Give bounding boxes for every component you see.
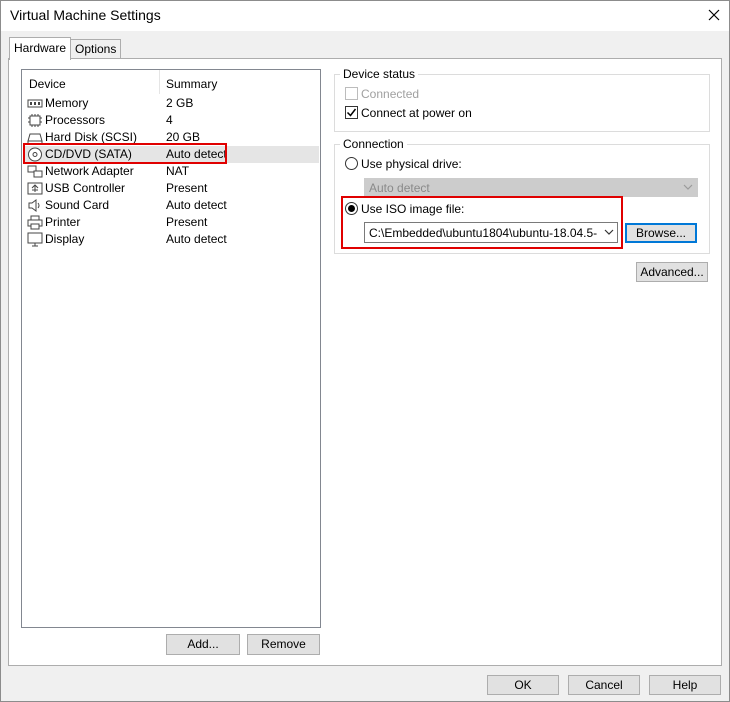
sound-card-icon — [27, 198, 43, 213]
connect-at-power-on-checkbox[interactable] — [345, 106, 358, 119]
tab-options[interactable]: Options — [70, 39, 122, 59]
connect-at-power-on-label: Connect at power on — [361, 106, 472, 120]
add-device-button[interactable]: Add... — [166, 634, 240, 655]
physical-drive-label: Use physical drive: — [361, 157, 462, 171]
chevron-down-icon — [683, 184, 693, 191]
device-summary: 2 GB — [166, 96, 194, 110]
device-row-display[interactable]: Display Auto detect — [23, 231, 319, 248]
cancel-button[interactable]: Cancel — [568, 675, 640, 695]
device-summary: Present — [166, 215, 208, 229]
device-name: Printer — [45, 215, 81, 229]
chevron-down-icon[interactable] — [604, 229, 614, 236]
device-name: Processors — [45, 113, 106, 127]
device-summary: Present — [166, 181, 208, 195]
display-icon — [27, 232, 43, 247]
summary-column-header[interactable]: Summary — [166, 77, 217, 91]
device-row-usb-controller[interactable]: USB Controller Present — [23, 180, 319, 197]
cd-dvd-icon — [27, 147, 43, 162]
window-title: Virtual Machine Settings — [10, 7, 161, 23]
close-icon — [708, 9, 720, 21]
physical-drive-radio[interactable] — [345, 157, 358, 170]
device-name: Network Adapter — [45, 164, 134, 178]
ok-button[interactable]: OK — [487, 675, 559, 695]
device-name: CD/DVD (SATA) — [45, 147, 132, 161]
browse-button[interactable]: Browse... — [625, 223, 697, 243]
device-name: Display — [45, 232, 85, 246]
device-name: USB Controller — [45, 181, 126, 195]
device-status-title: Device status — [340, 68, 419, 81]
memory-icon — [27, 96, 43, 111]
device-row-processors[interactable]: Processors 4 — [23, 112, 319, 129]
device-summary: Auto detect — [166, 232, 227, 246]
hard-disk-icon — [27, 130, 43, 145]
iso-path-value[interactable]: C:\Embedded\ubuntu1804\ubuntu-18.04.5-de… — [369, 226, 597, 240]
iso-image-radio[interactable] — [345, 202, 358, 215]
device-summary: 4 — [166, 113, 173, 127]
iso-path-combobox[interactable]: C:\Embedded\ubuntu1804\ubuntu-18.04.5-de… — [364, 222, 618, 243]
column-separator[interactable] — [159, 70, 160, 94]
physical-drive-select[interactable]: Auto detect — [364, 178, 698, 197]
device-row-cd-dvd[interactable]: CD/DVD (SATA) Auto detect — [23, 146, 319, 163]
physical-drive-value: Auto detect — [369, 181, 430, 195]
help-button[interactable]: Help — [649, 675, 721, 695]
device-row-hard-disk[interactable]: Hard Disk (SCSI) 20 GB — [23, 129, 319, 146]
device-column-header[interactable]: Device — [29, 77, 66, 91]
device-list[interactable]: Device Summary Memory 2 GB Processors 4 … — [21, 69, 321, 628]
device-summary: Auto detect — [166, 147, 227, 161]
connected-checkbox[interactable] — [345, 87, 358, 100]
tab-hardware[interactable]: Hardware — [9, 37, 72, 60]
device-row-memory[interactable]: Memory 2 GB — [23, 95, 319, 112]
processor-icon — [27, 113, 43, 128]
device-summary: NAT — [166, 164, 190, 178]
device-summary: 20 GB — [166, 130, 201, 144]
connected-label: Connected — [361, 87, 420, 101]
device-status-group — [334, 74, 710, 132]
checkmark-icon — [346, 108, 357, 117]
device-name: Hard Disk (SCSI) — [45, 130, 138, 144]
close-button[interactable] — [700, 1, 728, 29]
device-name: Memory — [45, 96, 89, 110]
iso-image-label: Use ISO image file: — [361, 202, 465, 216]
network-adapter-icon — [27, 164, 43, 179]
device-row-network-adapter[interactable]: Network Adapter NAT — [23, 163, 319, 180]
advanced-button[interactable]: Advanced... — [636, 262, 708, 282]
usb-icon — [27, 181, 43, 196]
device-summary: Auto detect — [166, 198, 227, 212]
device-row-printer[interactable]: Printer Present — [23, 214, 319, 231]
device-row-sound-card[interactable]: Sound Card Auto detect — [23, 197, 319, 214]
device-name: Sound Card — [45, 198, 110, 212]
remove-device-button[interactable]: Remove — [247, 634, 320, 655]
printer-icon — [27, 215, 43, 230]
connection-title: Connection — [340, 138, 407, 151]
